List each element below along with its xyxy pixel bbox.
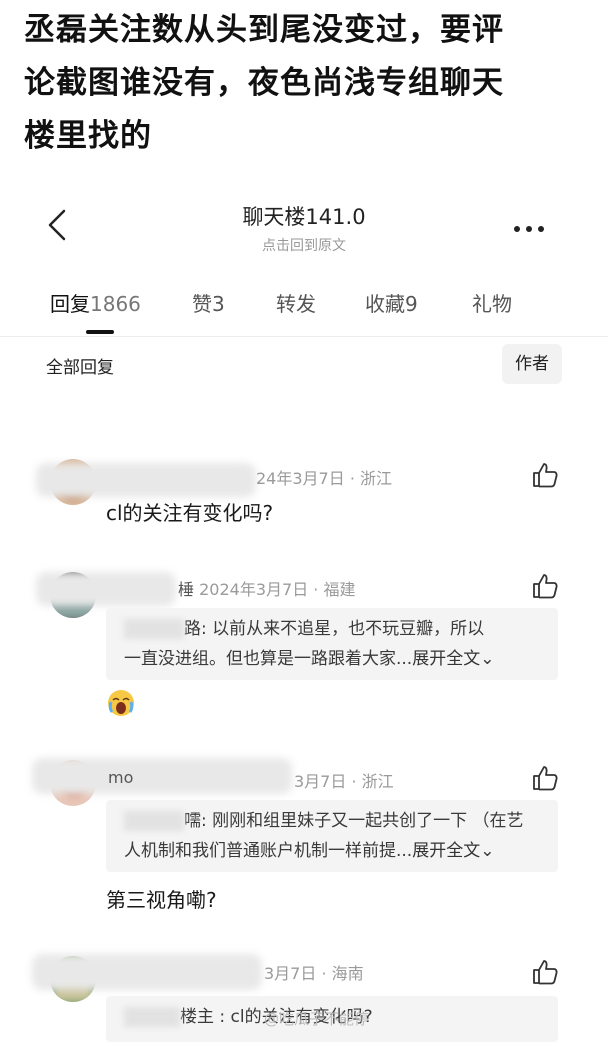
- tab-label: 收藏: [365, 292, 405, 316]
- redacted-quote-name: [124, 1007, 180, 1027]
- back-to-original-link[interactable]: 点击回到原文: [0, 235, 608, 255]
- caption-line: 楼里找的: [24, 118, 152, 154]
- tab-count: 1866: [90, 292, 141, 316]
- crying-face-icon: [106, 688, 136, 718]
- reply-date: 3月7日: [264, 964, 317, 983]
- like-icon[interactable]: [531, 461, 559, 489]
- quote-text: : 刚刚和组里妹子又一起共创了一下 （在艺: [201, 811, 524, 831]
- reply-meta: 3月7日 · 浙江: [294, 772, 394, 791]
- chevron-down-icon: ⌄: [480, 649, 495, 669]
- reply-location: 海南: [331, 964, 364, 983]
- username-fragment: mo: [108, 768, 134, 787]
- tab-replies[interactable]: 回复1866: [50, 288, 141, 317]
- expand-full-text-link[interactable]: 展开全文: [412, 841, 480, 861]
- quote-text: 人机制和我们普通账户机制一样前提...: [124, 841, 413, 861]
- tab-gifts[interactable]: 礼物: [472, 288, 512, 317]
- reply-text: cl的关注有变化吗?: [106, 501, 274, 525]
- op-badge: 楼主: [180, 1007, 214, 1027]
- post-caption: 丞磊关注数从头到尾没变过，要评 论截图谁没有，夜色尚浅专组聊天 楼里找的: [24, 4, 584, 163]
- filter-bar: 全部回复 作者: [0, 340, 608, 388]
- quote-text: : 以前从来不追星，也不玩豆瓣，所以: [201, 619, 485, 639]
- quoted-reply[interactable]: 嚅: 刚刚和组里妹子又一起共创了一下 （在艺 人机制和我们普通账户机制一样前提.…: [106, 800, 558, 872]
- active-tab-indicator: [86, 330, 114, 334]
- caption-line: 丞磊关注数从头到尾没变过，要评: [24, 12, 504, 48]
- quote-text: 一直没进组。但也算是一路跟着大家...: [124, 649, 413, 669]
- tab-label: 赞: [192, 292, 212, 316]
- tab-count: 3: [212, 292, 225, 316]
- like-icon[interactable]: [531, 764, 559, 792]
- reply-meta: 棰 2024年3月7日 · 福建: [178, 580, 356, 599]
- tab-label: 礼物: [472, 292, 512, 316]
- reply-location: 浙江: [360, 469, 393, 488]
- reply-meta: 24年3月7日 · 浙江: [256, 469, 393, 488]
- username-fragment: 棰: [178, 580, 195, 599]
- redacted-username: [32, 954, 262, 990]
- caption-line: 论截图谁没有，夜色尚浅专组聊天: [24, 65, 504, 101]
- redacted-username: [36, 572, 176, 606]
- redacted-username: [32, 758, 292, 794]
- watermark: @吃瓜子不能停: [264, 1010, 370, 1028]
- tab-bar: 回复1866 赞3 转发 收藏9 礼物: [0, 278, 608, 337]
- quote-name-fragment: 嚅: [184, 811, 201, 831]
- reply-date: 24年3月7日: [256, 469, 345, 488]
- tab-reposts[interactable]: 转发: [276, 288, 316, 317]
- like-icon[interactable]: [531, 572, 559, 600]
- reply-location: 福建: [323, 580, 356, 599]
- quote-name-fragment: 路: [184, 619, 201, 639]
- tab-favorites[interactable]: 收藏9: [365, 288, 418, 317]
- reply-date: 2024年3月7日: [199, 580, 309, 599]
- redacted-quote-name: [124, 811, 184, 831]
- reply-location: 浙江: [361, 772, 394, 791]
- tab-label: 转发: [276, 292, 316, 316]
- redacted-username: [36, 463, 256, 497]
- author-only-button[interactable]: 作者: [502, 344, 562, 384]
- like-icon[interactable]: [531, 958, 559, 986]
- reply-meta: 3月7日 · 海南: [264, 964, 364, 983]
- quoted-reply[interactable]: 路: 以前从来不追星，也不玩豆瓣，所以 一直没进组。但也算是一路跟着大家...展…: [106, 608, 558, 680]
- reply-text: 第三视角嘞?: [106, 888, 217, 912]
- redacted-quote-name: [124, 619, 184, 639]
- more-options-icon[interactable]: [514, 217, 554, 232]
- expand-full-text-link[interactable]: 展开全文: [412, 649, 480, 669]
- tab-likes[interactable]: 赞3: [192, 288, 225, 317]
- tab-label: 回复: [50, 292, 90, 316]
- top-bar: 聊天楼141.0 点击回到原文: [0, 185, 608, 265]
- tab-count: 9: [405, 292, 418, 316]
- chevron-down-icon: ⌄: [480, 841, 495, 861]
- all-replies-filter[interactable]: 全部回复: [46, 353, 114, 378]
- reply-date: 3月7日: [294, 772, 347, 791]
